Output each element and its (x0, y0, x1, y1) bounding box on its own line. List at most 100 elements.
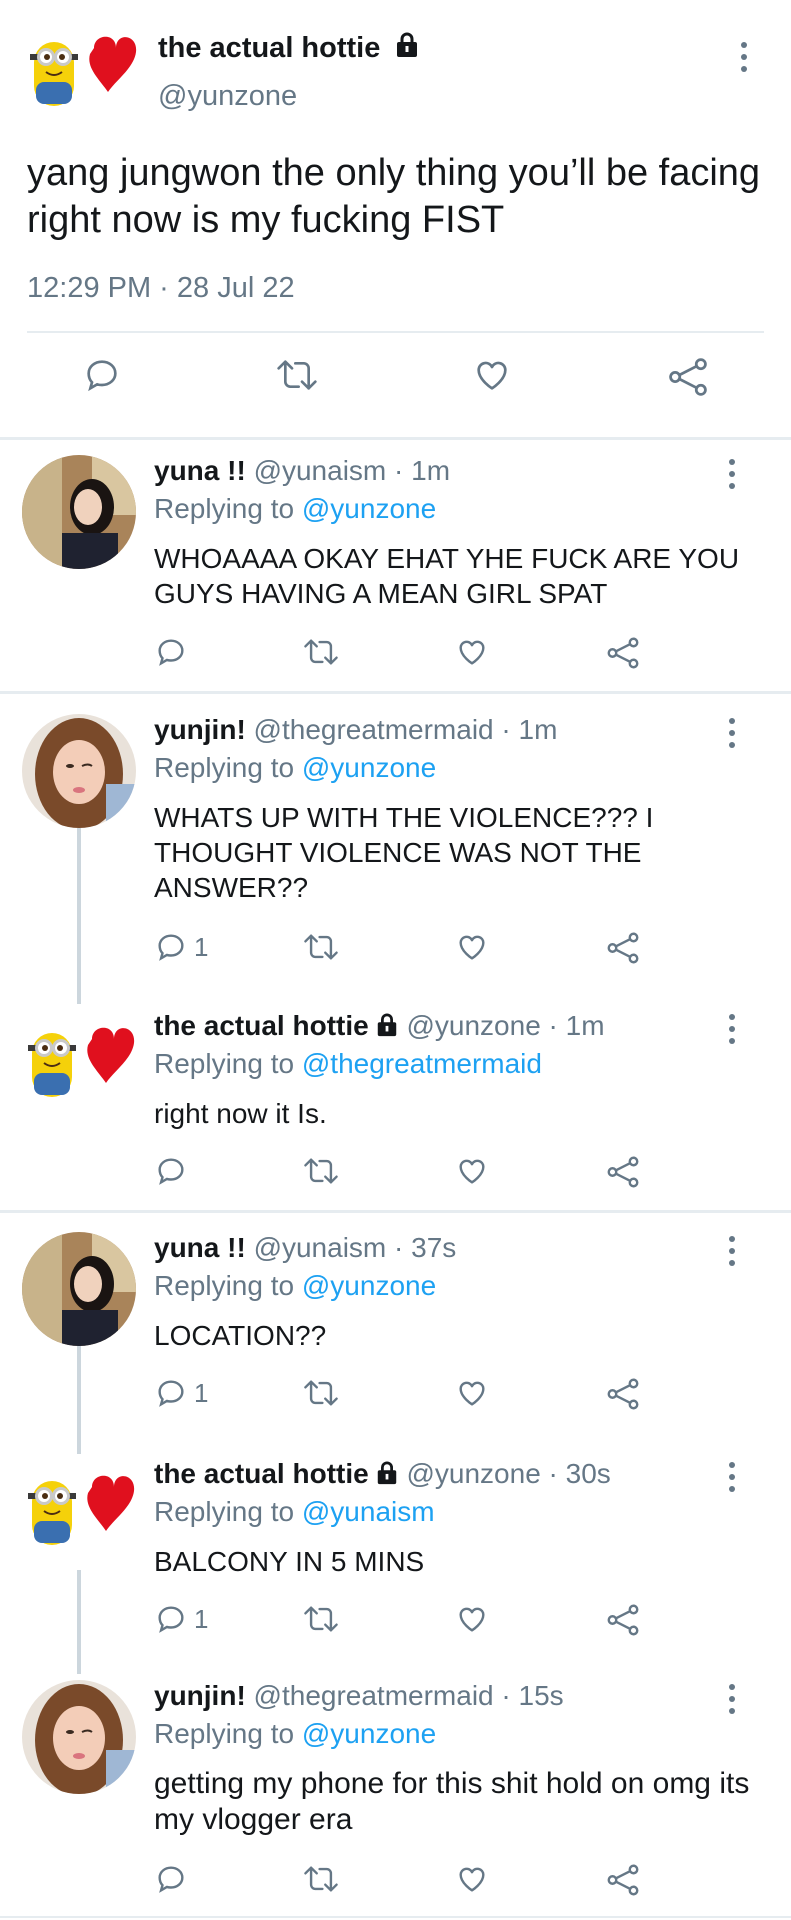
retweet-icon (304, 1380, 338, 1406)
reply-icon (158, 1380, 184, 1407)
divider (27, 331, 764, 333)
reply-meta: @thegreatmermaid · 15s (253, 1680, 564, 1711)
reply-tweet[interactable]: the actual hottie @yunzone · 30s Replyin… (0, 1458, 791, 1658)
replying-to-link[interactable]: @yunaism (302, 1496, 435, 1527)
retweet-button[interactable] (302, 1154, 340, 1188)
like-button[interactable] (455, 1376, 489, 1410)
divider (0, 1916, 791, 1918)
reply-count: 1 (194, 931, 209, 962)
reply-tweet[interactable]: yunjin! @thegreatmermaid · 1m Replying t… (0, 714, 791, 984)
replying-to-link[interactable]: @yunzone (302, 493, 436, 524)
more-options-icon[interactable] (724, 1684, 740, 1714)
replying-to-link[interactable]: @yunzone (302, 1270, 436, 1301)
reply-meta: @yunaism · 1m (253, 455, 451, 486)
share-button[interactable] (605, 1862, 641, 1898)
share-button[interactable] (605, 1376, 641, 1412)
retweet-button[interactable] (302, 1862, 340, 1896)
reply-icon (87, 360, 117, 392)
share-button[interactable] (666, 355, 710, 399)
reply-button[interactable] (154, 1862, 194, 1896)
like-button[interactable] (455, 1862, 489, 1896)
reply-button[interactable]: 1 (154, 930, 208, 964)
reply-tweet[interactable]: yunjin! @thegreatmermaid · 15s Replying … (0, 1680, 791, 1916)
reply-display-name[interactable]: yuna !! (154, 455, 246, 486)
like-icon (459, 1867, 485, 1892)
reply-icon (158, 639, 184, 666)
reply-tweet[interactable]: the actual hottie @yunzone · 1m Replying… (0, 1010, 791, 1205)
reply-tweet[interactable]: yuna !! @yunaism · 37s Replying to @yunz… (0, 1232, 791, 1432)
avatar-minion-heart[interactable] (22, 1458, 138, 1554)
reply-icon (158, 1866, 184, 1893)
replying-to: Replying to @yunzone (154, 1270, 437, 1301)
more-options-icon[interactable] (724, 718, 740, 748)
like-button[interactable] (455, 1602, 489, 1636)
reply-meta: @yunaism · 37s (253, 1232, 457, 1263)
main-tweet-display-name[interactable]: the actual hottie (158, 32, 420, 66)
reply-icon (158, 1606, 184, 1633)
more-options-icon[interactable] (724, 1236, 740, 1266)
reply-button[interactable]: 1 (154, 1602, 208, 1636)
lock-icon (375, 1460, 399, 1492)
reply-meta: @thegreatmermaid · 1m (253, 714, 558, 745)
reply-button[interactable] (154, 635, 194, 669)
more-options-icon[interactable] (736, 42, 752, 72)
replying-to: Replying to @yunzone (154, 493, 437, 524)
share-button[interactable] (605, 1154, 641, 1190)
reply-actions: 1 (0, 1602, 791, 1646)
like-icon (459, 1607, 485, 1632)
retweet-button[interactable] (302, 930, 340, 964)
retweet-icon (304, 1158, 338, 1184)
reply-display-name[interactable]: yunjin! (154, 1680, 246, 1711)
retweet-button[interactable] (302, 635, 340, 669)
reply-button[interactable] (154, 1154, 194, 1188)
reply-tweet[interactable]: yuna !! @yunaism · 1m Replying to @yunzo… (0, 455, 791, 685)
replying-to-link[interactable]: @thegreatmermaid (302, 1048, 542, 1079)
reply-display-name[interactable]: yunjin! (154, 714, 246, 745)
reply-meta: @yunzone · 1m (406, 1010, 605, 1041)
share-icon (607, 1864, 639, 1896)
retweet-button[interactable] (302, 1376, 340, 1410)
avatar-yuna[interactable] (22, 455, 136, 569)
avatar-yuna[interactable] (22, 1232, 136, 1346)
reply-meta: @yunzone · 30s (406, 1458, 611, 1489)
like-icon (459, 1381, 485, 1406)
avatar-yunjin[interactable] (22, 1680, 136, 1794)
more-options-icon[interactable] (724, 1014, 740, 1044)
retweet-icon (304, 934, 338, 960)
more-options-icon[interactable] (724, 1462, 740, 1492)
main-tweet-handle[interactable]: @yunzone (158, 80, 297, 113)
reply-display-name[interactable]: the actual hottie (154, 1010, 369, 1041)
reply-display-name[interactable]: the actual hottie (154, 1458, 369, 1489)
retweet-icon (304, 1866, 338, 1892)
reply-header: yunjin! @thegreatmermaid · 1m (154, 714, 557, 746)
share-button[interactable] (605, 1602, 641, 1638)
lock-icon (394, 32, 420, 66)
more-options-icon[interactable] (724, 459, 740, 489)
share-button[interactable] (605, 635, 641, 671)
retweet-button[interactable] (302, 1602, 340, 1636)
retweet-button[interactable] (275, 355, 319, 395)
reply-text: getting my phone for this shit hold on o… (154, 1767, 750, 1836)
like-button[interactable] (455, 1154, 489, 1188)
like-button[interactable] (455, 930, 489, 964)
share-button[interactable] (605, 930, 641, 966)
share-icon (607, 1156, 639, 1188)
reply-actions: 1 (0, 1376, 791, 1420)
avatar-minion-heart[interactable] (22, 1010, 138, 1106)
main-tweet-actions (0, 355, 791, 415)
reply-display-name[interactable]: yuna !! (154, 1232, 246, 1263)
share-icon (607, 932, 639, 964)
like-icon (477, 361, 507, 390)
reply-button[interactable]: 1 (154, 1376, 208, 1410)
like-button[interactable] (455, 635, 489, 669)
avatar-yunjin[interactable] (22, 714, 136, 828)
reply-actions: 1 (0, 930, 791, 974)
replying-to-link[interactable]: @yunzone (302, 752, 436, 783)
reply-text: right now it Is. (154, 1098, 327, 1129)
replying-to-link[interactable]: @yunzone (302, 1718, 436, 1749)
retweet-icon (304, 1606, 338, 1632)
avatar-minion-heart[interactable] (24, 22, 140, 112)
reply-icon (158, 934, 184, 961)
like-button[interactable] (472, 355, 512, 395)
reply-button[interactable] (82, 355, 122, 395)
